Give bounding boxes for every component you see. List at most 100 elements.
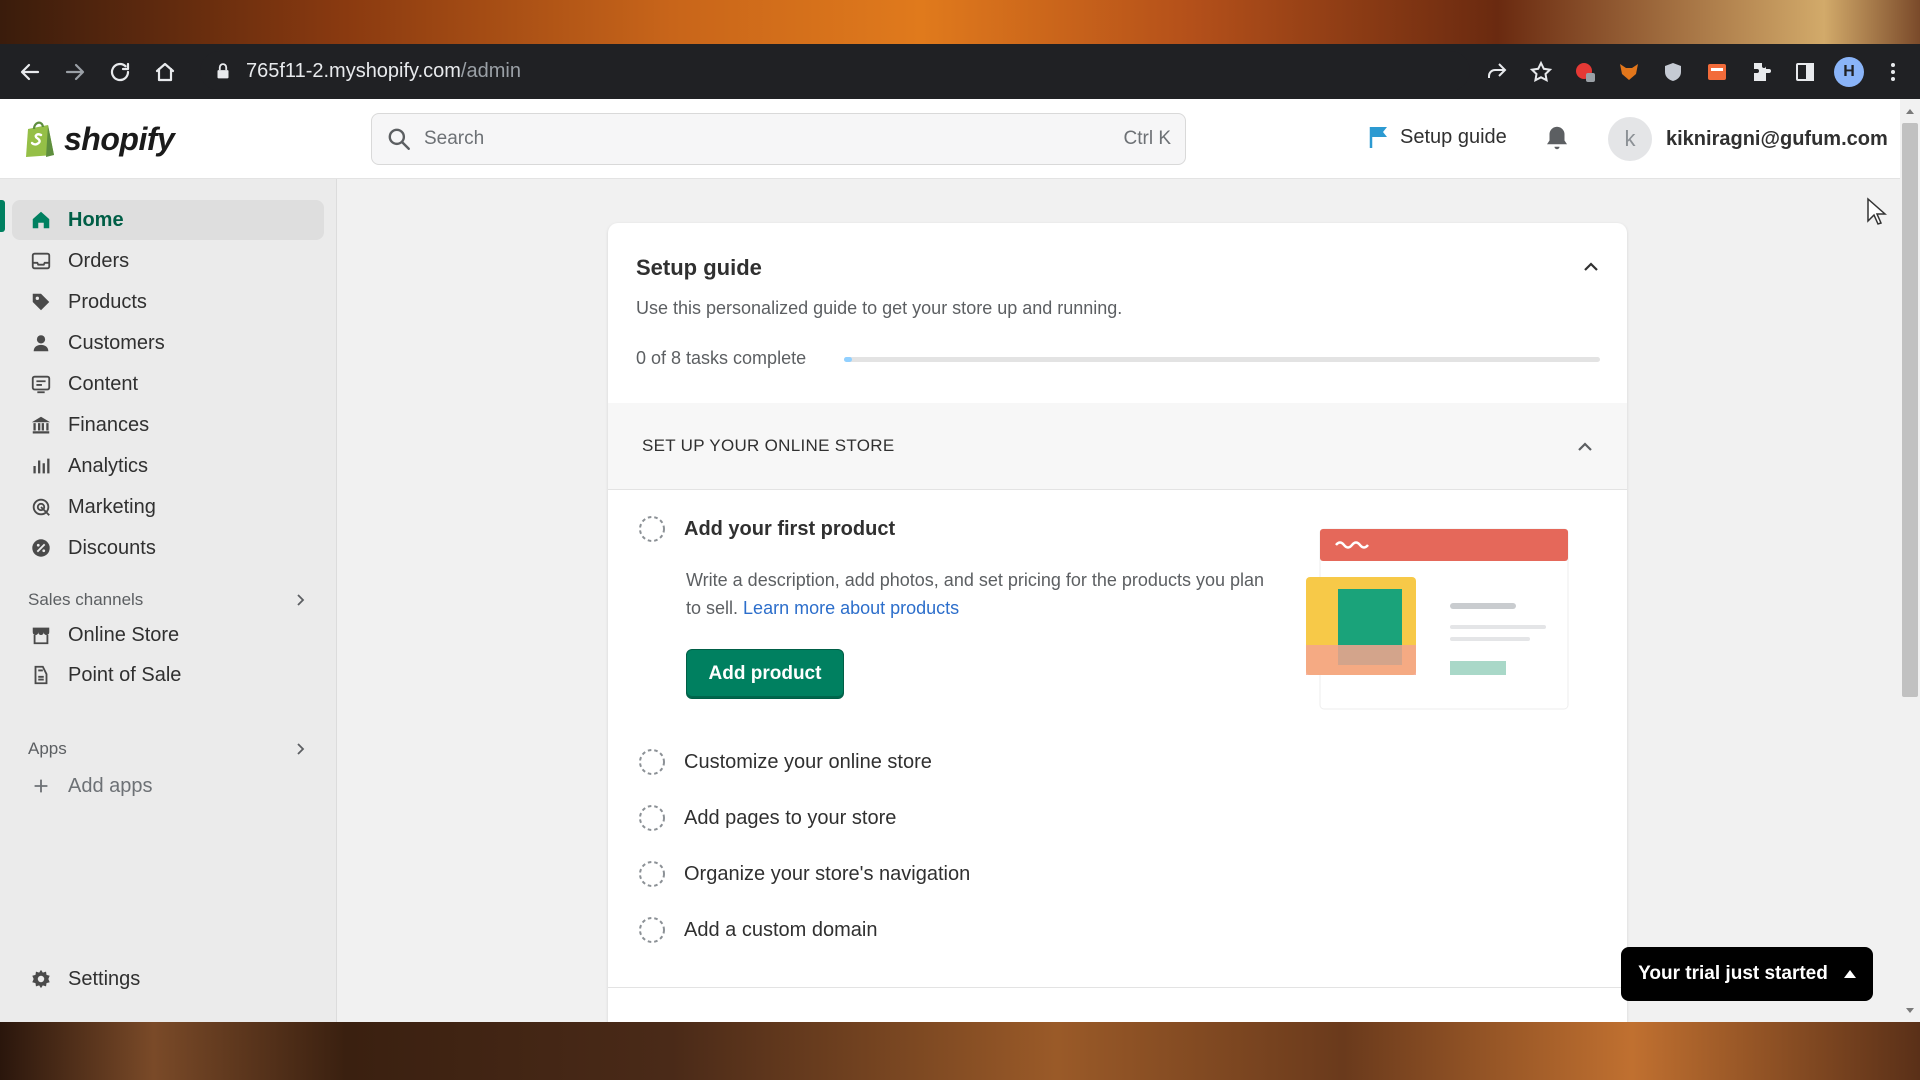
dashed-circle-icon [639, 861, 665, 887]
content-icon [30, 373, 52, 395]
bar-chart-icon [30, 455, 52, 477]
sidebar-item-online-store[interactable]: Online Store [12, 615, 324, 655]
sidebar-item-label: Content [68, 372, 139, 395]
apps-label: Apps [28, 739, 67, 758]
apps-header[interactable]: Apps [28, 739, 308, 759]
avatar-initial: k [1624, 126, 1636, 151]
dashed-circle-icon [639, 917, 665, 943]
task-label: Add pages to your store [684, 806, 897, 829]
orders-icon [30, 250, 52, 272]
profile-avatar: H [1834, 56, 1864, 87]
sidebar-item-analytics[interactable]: Analytics [12, 446, 324, 486]
forward-button[interactable] [53, 50, 97, 94]
tag-icon [30, 291, 52, 313]
reload-icon [110, 62, 130, 81]
sidebar-item-label: Customers [68, 331, 165, 354]
progress-text: 0 of 8 tasks complete [636, 348, 807, 368]
card-subtitle: Use this personalized guide to get your … [636, 298, 1123, 318]
sidebar-item-label: Products [68, 290, 147, 313]
learn-more-link[interactable]: Learn more about products [743, 598, 959, 618]
scroll-up-arrow-icon[interactable] [1904, 105, 1916, 117]
sidebar-item-settings[interactable]: Settings [12, 959, 324, 999]
sidebar-item-label: Finances [68, 413, 150, 436]
address-bar[interactable]: 765f11-2.myshopify.com/admin [200, 51, 1470, 91]
card-title: Setup guide [636, 255, 762, 280]
progress-fill [844, 357, 852, 362]
back-button[interactable] [8, 50, 52, 94]
profile-initial: H [1843, 62, 1855, 80]
sidebar-item-discounts[interactable]: Discounts [12, 528, 324, 568]
pos-icon [30, 664, 52, 686]
scrollbar-thumb[interactable] [1902, 123, 1918, 697]
search-icon [388, 128, 410, 150]
task-label: Customize your online store [684, 750, 932, 773]
reload-button[interactable] [98, 50, 142, 94]
sidebar-item-customers[interactable]: Customers [12, 323, 324, 363]
sidebar-item-orders[interactable]: Orders [12, 241, 324, 281]
chevron-up-icon[interactable] [1575, 437, 1595, 457]
extension-orange[interactable] [1702, 57, 1732, 87]
task-add-pages[interactable]: Add pages to your store [638, 804, 896, 832]
extension-shield[interactable] [1658, 57, 1688, 87]
sidebar-item-content[interactable]: Content [12, 364, 324, 404]
task-organize-navigation[interactable]: Organize your store's navigation [638, 860, 970, 888]
add-apps-button[interactable]: Add apps [12, 766, 324, 806]
task-customize-store[interactable]: Customize your online store [638, 748, 932, 776]
gear-icon [30, 968, 52, 990]
sidebar-item-label: Orders [68, 249, 130, 272]
sidebar-item-label: Marketing [68, 495, 156, 518]
task-custom-domain[interactable]: Add a custom domain [638, 916, 877, 944]
shield-icon [1665, 62, 1681, 81]
divider [608, 987, 1627, 988]
setup-guide-button[interactable]: Setup guide [1368, 125, 1507, 149]
shopify-logo[interactable]: shopify [22, 119, 175, 159]
lock-icon [217, 63, 229, 79]
sales-channels-header[interactable]: Sales channels [28, 590, 308, 610]
sidebar-item-point-of-sale[interactable]: Point of Sale [12, 655, 324, 695]
account-email: kikniragni@gufum.com [1666, 127, 1888, 150]
avatar: k [1608, 117, 1652, 161]
trial-banner-button[interactable]: Your trial just started [1621, 947, 1873, 1001]
side-panel-button[interactable] [1790, 57, 1820, 87]
extension-fox[interactable] [1614, 57, 1644, 87]
section-title: SET UP YOUR ONLINE STORE [642, 436, 895, 455]
active-nav-indicator [0, 200, 5, 232]
sidebar: Home Orders Products Customers Content F… [0, 179, 337, 1022]
sidebar-item-finances[interactable]: Finances [12, 405, 324, 445]
task-label: Organize your store's navigation [684, 862, 971, 885]
browser-toolbar: 765f11-2.myshopify.com/admin H [0, 44, 1920, 99]
store-icon [30, 624, 52, 646]
bookmark-button[interactable] [1526, 57, 1556, 87]
task-label: Add a custom domain [684, 918, 878, 941]
add-product-button[interactable]: Add product [686, 649, 844, 699]
browser-extensions: H [1482, 44, 1908, 99]
task-add-first-product[interactable]: Add your first product [638, 515, 895, 543]
search-input[interactable]: Search Ctrl K [371, 113, 1186, 165]
orange-extension-icon [1708, 63, 1726, 80]
url-host: 765f11-2.myshopify.com [246, 59, 461, 82]
extension-red[interactable] [1570, 57, 1600, 87]
bank-icon [30, 414, 52, 436]
chevron-up-icon[interactable] [1581, 257, 1601, 277]
divider [608, 489, 1627, 490]
puzzle-icon [1754, 62, 1771, 81]
extensions-menu-button[interactable] [1746, 57, 1776, 87]
mouse-cursor-icon [1867, 197, 1887, 225]
sidebar-item-label: Home [68, 208, 124, 231]
star-icon [1529, 60, 1553, 82]
bell-icon[interactable] [1542, 123, 1572, 153]
sidebar-item-home[interactable]: Home [12, 200, 324, 240]
shopify-admin: shopify Search Ctrl K Setup guide k kikn… [0, 99, 1920, 1022]
browser-menu-button[interactable] [1878, 57, 1908, 87]
profile-button[interactable]: H [1834, 56, 1864, 87]
account-menu[interactable]: k kikniragni@gufum.com [1608, 117, 1888, 161]
person-icon [30, 332, 52, 354]
sidebar-item-products[interactable]: Products [12, 282, 324, 322]
sidebar-item-marketing[interactable]: Marketing [12, 487, 324, 527]
fox-icon [1620, 63, 1638, 80]
scroll-down-arrow-icon[interactable] [1904, 1005, 1916, 1017]
home-button[interactable] [143, 50, 187, 94]
progress-bar [844, 357, 1600, 362]
share-button[interactable] [1482, 57, 1512, 87]
add-apps-label: Add apps [68, 774, 153, 797]
